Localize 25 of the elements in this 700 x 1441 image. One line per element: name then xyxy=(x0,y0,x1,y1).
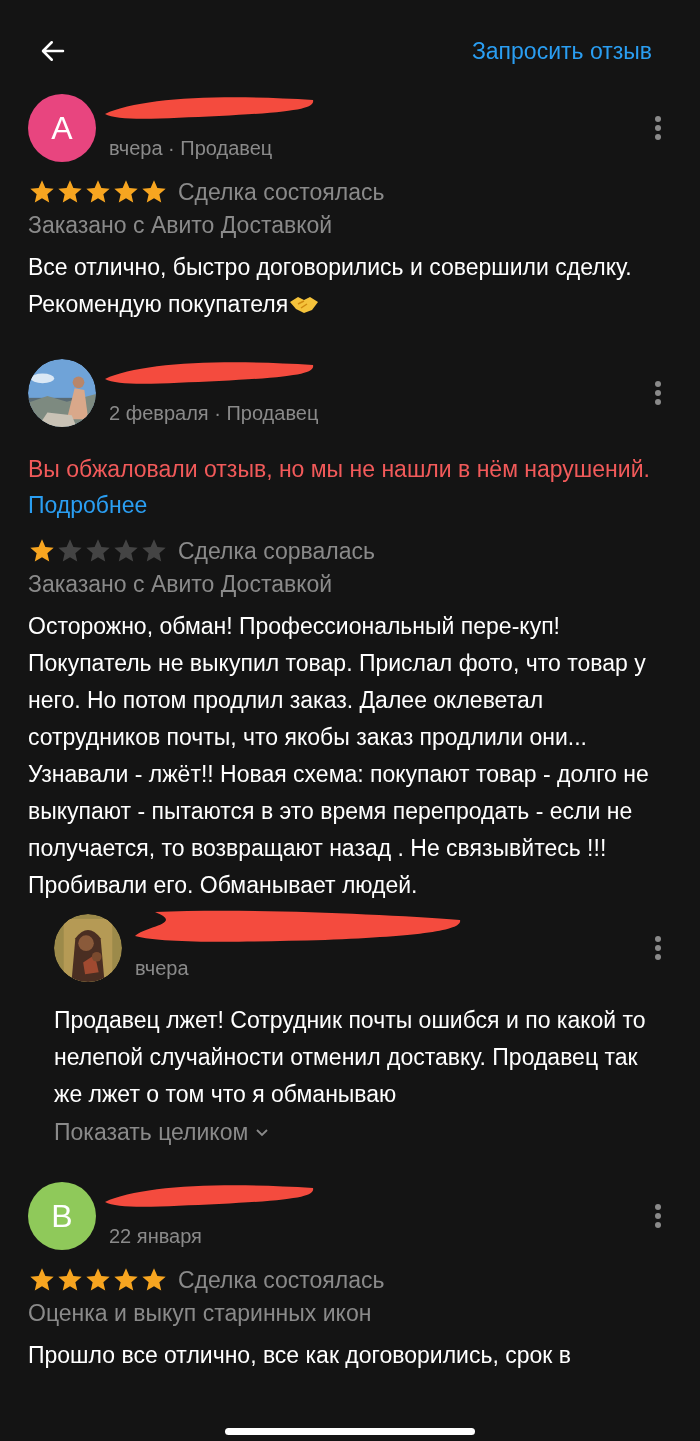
details-link[interactable]: Подробнее xyxy=(28,492,148,518)
request-review-link[interactable]: Запросить отзыв xyxy=(471,37,652,65)
appeal-notice: Вы обжаловали отзыв, но мы не нашли в нём нарушений. Подробнее xyxy=(28,455,651,520)
deal-status: Сделка состоялась xyxy=(178,1266,385,1294)
chevron-down-icon xyxy=(256,1128,269,1137)
more-options-icon[interactable] xyxy=(654,935,662,961)
review-text: Все отлично, быстро договорились и совершили сделку. Рекомендую покупателя xyxy=(28,253,633,319)
more-options-icon[interactable] xyxy=(654,380,662,406)
reply-date: вчера xyxy=(135,957,190,980)
deal-status: Сделка состоялась xyxy=(178,178,385,206)
order-source: Заказано с Авито Доставкой xyxy=(28,571,334,598)
order-source: Оценка и выкуп старинных икон xyxy=(28,1300,373,1327)
order-source: Заказано с Авито Доставкой xyxy=(28,212,334,239)
review-text: Прошло все отлично, все как договорились, срок в xyxy=(28,1341,572,1370)
review-text: Осторожно, обман! Профессиональный пере-куп! Покупатель не выкупил товар. Прислал фото, что товар у него. Но потом продлил заказ. Далее оклеветал сотрудников почты, что якобы заказ продлили они... Узнавали - лжёт!! Новая схема: покупают товар - долго не выкупают - пытаются в это время перепродать - если не получается, то возвращают назад . Не связывйтесь !!! Пробивали его. Обманывает людей. xyxy=(28,612,650,900)
review-meta: 22 января xyxy=(109,1225,203,1248)
more-options-icon[interactable] xyxy=(654,1203,662,1229)
avatar: А xyxy=(28,94,96,162)
show-full-button[interactable]: Показать целиком xyxy=(54,1119,269,1146)
reply-text: Продавец лжет! Сотрудник почты ошибся и по какой то нелепой случайности отменил доставку. Продавец так же лжет о том что я обманываю xyxy=(54,1006,647,1109)
avatar: В xyxy=(28,1182,96,1250)
review-meta: вчера · Продавец xyxy=(109,137,274,160)
deal-status: Сделка сорвалась xyxy=(178,537,376,565)
more-options-icon[interactable] xyxy=(654,115,662,141)
review-meta: 2 февраля · Продавец xyxy=(109,402,320,425)
